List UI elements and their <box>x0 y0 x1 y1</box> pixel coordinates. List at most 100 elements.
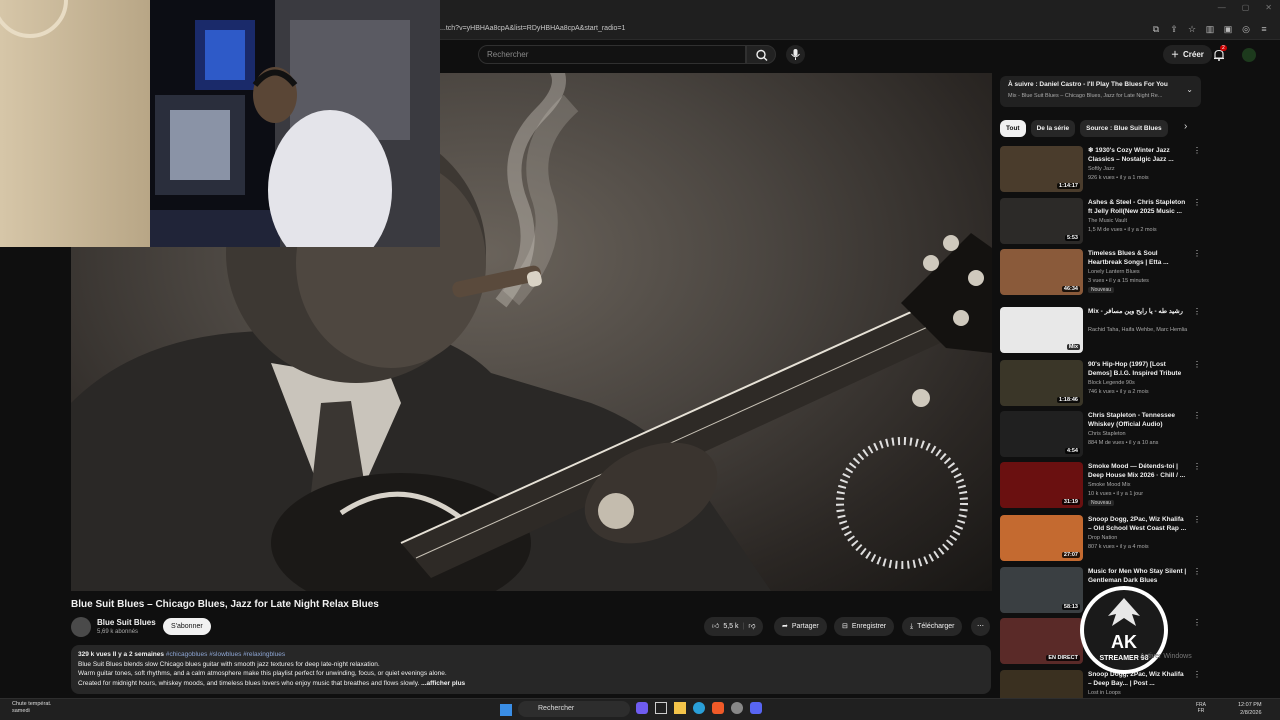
like-button[interactable]: 👍︎ 5,5 k | 👎︎ <box>704 617 764 636</box>
recommendation-title[interactable]: Timeless Blues & Soul Heartbreak Songs |… <box>1088 249 1188 267</box>
recommendation-item[interactable]: 5:53 Ashes & Steel - Chris Stapleton ft J… <box>1000 198 1201 244</box>
maximize-icon[interactable]: ▢ <box>1242 3 1250 12</box>
recommendation-channel[interactable]: Rachid Taha, Haifa Wehbe, Marc Hemlia ..… <box>1088 327 1188 333</box>
sidebar-icon[interactable]: ▥ <box>1204 23 1216 35</box>
recommendation-item[interactable]: 1:14:17 ❄ 1930's Cozy Winter Jazz Classic… <box>1000 146 1201 192</box>
recommendation-item[interactable]: Mix Mix - رشيد طه - يا رايح وين مسافر Rach… <box>1000 307 1201 353</box>
duration-badge: 1:18:46 <box>1057 397 1080 403</box>
taskbar-search[interactable]: Rechercher <box>518 701 630 717</box>
weather-widget[interactable]: Chute températ. samedi <box>12 701 51 715</box>
video-description[interactable]: 329 k vues Il y a 2 semaines #chicagoblu… <box>71 645 991 694</box>
more-vertical-icon[interactable]: ⋮ <box>1193 146 1201 155</box>
task-view-icon[interactable] <box>655 702 667 714</box>
recommendation-channel[interactable]: Drop Nation <box>1088 535 1188 541</box>
more-actions-button[interactable]: ⋯ <box>971 617 990 636</box>
url-field[interactable]: ...tch?v=yHBHAa8cpA&list=RDyHBHAa8cpA&st… <box>440 25 625 32</box>
recommendation-channel[interactable]: Lonely Lantern Blues <box>1088 269 1188 275</box>
more-horizontal-icon: ⋯ <box>977 623 984 630</box>
recommendation-channel[interactable]: Smoke Mood Mix <box>1088 482 1188 488</box>
taskbar-clock[interactable]: 12:07 PM 2/8/2026 <box>1238 701 1262 717</box>
chevron-right-icon[interactable]: › <box>1184 121 1187 132</box>
start-icon[interactable] <box>500 704 512 716</box>
more-vertical-icon[interactable]: ⋮ <box>1193 249 1201 258</box>
recommendation-title[interactable]: ❄ 1930's Cozy Winter Jazz Classics – Nos… <box>1088 146 1188 164</box>
share-icon[interactable]: ⇪ <box>1168 23 1180 35</box>
description-tags[interactable]: #chicagoblues #slowblues #relaxingblues <box>166 651 285 658</box>
more-vertical-icon[interactable]: ⋮ <box>1193 618 1201 627</box>
recommendation-channel[interactable]: Lost in Loops <box>1088 690 1188 696</box>
more-vertical-icon[interactable]: ⋮ <box>1193 515 1201 524</box>
channel-name[interactable]: Blue Suit Blues <box>97 618 156 627</box>
bookmark-icon[interactable]: ☆ <box>1186 23 1198 35</box>
recommendation-item[interactable]: 31:19 Smoke Mood — Détends-toi | Deep Hou… <box>1000 462 1201 508</box>
edge-icon[interactable] <box>693 702 705 714</box>
video-thumbnail[interactable]: 5:53 <box>1000 198 1083 244</box>
more-vertical-icon[interactable]: ⋮ <box>1193 198 1201 207</box>
more-vertical-icon[interactable]: ⋮ <box>1193 307 1201 316</box>
video-thumbnail[interactable]: 46:34 <box>1000 249 1083 295</box>
close-icon[interactable]: ✕ <box>1265 3 1272 12</box>
recommendation-title[interactable]: Chris Stapleton - Tennessee Whiskey (Off… <box>1088 411 1188 429</box>
file-explorer-icon[interactable] <box>674 702 686 714</box>
download-button[interactable]: ⤓ Télécharger <box>902 617 963 636</box>
duration-badge: 1:14:17 <box>1057 183 1080 189</box>
recommendation-item[interactable]: 27:07 Snoop Dogg, 2Pac, Wiz Khalifa – Old… <box>1000 515 1201 561</box>
recommendation-channel[interactable]: Chris Stapleton <box>1088 431 1188 437</box>
search-input[interactable]: Rechercher <box>478 45 746 64</box>
recommendation-item[interactable]: 4:54 Chris Stapleton - Tennessee Whiskey … <box>1000 411 1201 457</box>
recommendation-title[interactable]: 90's Hip-Hop (1997) [Lost Demos] B.I.G. … <box>1088 360 1188 378</box>
more-vertical-icon[interactable]: ⋮ <box>1193 670 1201 679</box>
subscribe-button[interactable]: S'abonner <box>163 618 211 635</box>
recommendation-views: 807 k vues • il y a 4 mois <box>1088 544 1149 550</box>
language-indicator[interactable]: FRA FR <box>1196 702 1206 714</box>
recommendation-title[interactable]: Music for Men Who Stay Silent | Gentlema… <box>1088 567 1188 585</box>
video-thumbnail[interactable]: EN DIRECT <box>1000 618 1083 664</box>
recommendation-channel[interactable]: Block Legende 90s <box>1088 380 1188 386</box>
brave-icon[interactable] <box>712 702 724 714</box>
save-button[interactable]: ⊟ Enregistrer <box>834 617 895 636</box>
recommendation-item[interactable]: 46:34 Timeless Blues & Soul Heartbreak So… <box>1000 249 1201 295</box>
create-button[interactable]: ＋ Créer <box>1163 45 1212 64</box>
more-vertical-icon[interactable]: ⋮ <box>1193 567 1201 576</box>
up-next-panel[interactable]: À suivre : Daniel Castro - I'll Play The… <box>1000 76 1201 107</box>
thumbs-down-icon[interactable]: 👎︎ <box>748 617 755 636</box>
recommendation-item[interactable]: 1:18:46 90's Hip-Hop (1997) [Lost Demos] … <box>1000 360 1201 406</box>
show-more-link[interactable]: ...afficher plus <box>421 680 465 687</box>
copilot-icon[interactable] <box>636 702 648 714</box>
more-vertical-icon[interactable]: ⋮ <box>1193 360 1201 369</box>
extensions-icon[interactable]: ⧉ <box>1150 23 1162 35</box>
discord-icon[interactable] <box>750 702 762 714</box>
menu-icon[interactable]: ≡ <box>1258 23 1270 35</box>
video-thumbnail[interactable]: 27:07 <box>1000 515 1083 561</box>
chip-source[interactable]: Source : Blue Suit Blues <box>1080 120 1168 137</box>
account-avatar[interactable] <box>1242 48 1256 62</box>
chevron-down-icon[interactable]: ⌄ <box>1186 85 1193 94</box>
video-thumbnail[interactable]: 1:14:17 <box>1000 146 1083 192</box>
chip-all[interactable]: Tout <box>1000 120 1026 137</box>
recommendation-title[interactable]: Ashes & Steel - Chris Stapleton ft Jelly… <box>1088 198 1188 216</box>
video-thumbnail[interactable]: 31:19 <box>1000 462 1083 508</box>
new-badge: Nouveau <box>1088 287 1115 293</box>
duration-badge: 5:53 <box>1064 235 1080 241</box>
video-thumbnail[interactable]: 58:13 <box>1000 567 1083 613</box>
recommendation-channel[interactable]: Softly Jazz <box>1088 166 1188 172</box>
minimize-icon[interactable]: — <box>1218 3 1226 12</box>
video-thumbnail[interactable]: Mix <box>1000 307 1083 353</box>
recommendation-views: 1,5 M de vues • il y a 2 mois <box>1088 227 1157 233</box>
recommendation-title[interactable]: Snoop Dogg, 2Pac, Wiz Khalifa – Old Scho… <box>1088 515 1188 533</box>
recommendation-title[interactable]: Mix - رشيد طه - يا رايح وين مسافر <box>1088 307 1188 316</box>
video-thumbnail[interactable]: 4:54 <box>1000 411 1083 457</box>
more-vertical-icon[interactable]: ⋮ <box>1193 411 1201 420</box>
chrome-icon[interactable] <box>731 702 743 714</box>
wallet-icon[interactable]: ▣ <box>1222 23 1234 35</box>
video-thumbnail[interactable]: 1:18:46 <box>1000 360 1083 406</box>
channel-avatar[interactable] <box>71 617 91 637</box>
share-button[interactable]: ➦ Partager <box>774 617 827 636</box>
profile-icon[interactable]: ◎ <box>1240 23 1252 35</box>
chip-series[interactable]: De la série <box>1030 120 1076 137</box>
search-button[interactable] <box>746 45 776 64</box>
voice-search-button[interactable] <box>786 45 805 64</box>
recommendation-title[interactable]: Smoke Mood — Détends-toi | Deep House Mi… <box>1088 462 1188 480</box>
recommendation-channel[interactable]: The Music Vault <box>1088 218 1188 224</box>
more-vertical-icon[interactable]: ⋮ <box>1193 462 1201 471</box>
